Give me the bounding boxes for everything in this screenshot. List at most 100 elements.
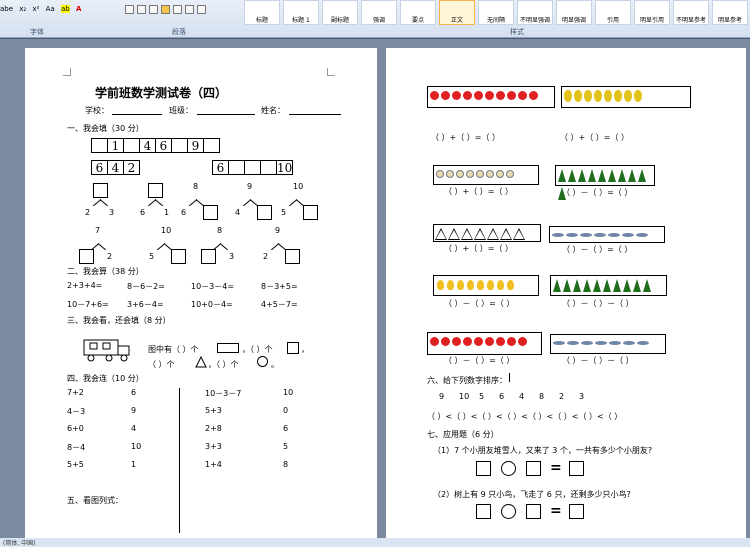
order-blanks: （ ）<（ ）<（ ）<（ ）<（ ）<（ ）<（ ）<（ ） (427, 412, 623, 421)
change-case-icon[interactable]: Aa (46, 5, 55, 13)
superscript-icon[interactable]: x² (32, 5, 39, 13)
answer-box[interactable] (569, 504, 584, 519)
styles-group-label: 样式 (510, 28, 524, 36)
fish-icon (595, 341, 607, 345)
tree-icon (558, 169, 566, 182)
sort-number: 9 (439, 392, 445, 401)
answer-box[interactable] (526, 504, 541, 519)
operator-circle[interactable] (501, 504, 516, 519)
answer-box[interactable] (569, 461, 584, 476)
circle-icon (257, 356, 268, 367)
number-cell (171, 138, 188, 153)
shading-icon[interactable] (185, 5, 194, 14)
style-8[interactable]: 明显强调 (556, 0, 592, 25)
split-line (154, 199, 163, 207)
style-7[interactable]: 不明显强调 (517, 0, 553, 25)
style-12[interactable]: 明显参考 (712, 0, 748, 25)
connect-num: 4 (131, 424, 137, 433)
style-0[interactable]: 标题 (244, 0, 280, 25)
left-box[interactable] (79, 249, 94, 264)
apple-icon (452, 91, 461, 100)
highlight-icon[interactable]: ab (60, 5, 70, 13)
tree-icon (623, 279, 631, 292)
connect-num: 6 (283, 424, 289, 433)
style-9[interactable]: 引用 (595, 0, 631, 25)
apple-icon (485, 337, 494, 346)
sort-number: 3 (579, 392, 585, 401)
right-box[interactable] (257, 205, 272, 220)
school-blank (112, 114, 162, 115)
school-label: 学校： (85, 106, 109, 115)
train-image (83, 339, 130, 362)
split-line (97, 243, 106, 251)
style-11[interactable]: 不明显参考 (673, 0, 709, 25)
style-4[interactable]: 要点 (400, 0, 436, 25)
fish-icon (552, 233, 564, 237)
font-group-label: 字体 (30, 28, 44, 36)
mango-icon (437, 280, 444, 290)
ball-icon (466, 170, 474, 178)
top-box[interactable] (148, 183, 163, 198)
pear-icon (604, 90, 612, 102)
equation-blank: （ ）+（ ）=（ ） (431, 133, 501, 142)
align-left-icon[interactable] (125, 5, 134, 14)
connect-num: 0 (283, 406, 289, 415)
apple-icon (496, 91, 505, 100)
border-icon[interactable] (197, 5, 206, 14)
ball-icon (496, 170, 504, 178)
style-6[interactable]: 无间隔 (478, 0, 514, 25)
right-box[interactable] (171, 249, 186, 264)
operator-circle[interactable] (501, 461, 516, 476)
triangle-shape-icon (500, 228, 512, 240)
answer-box[interactable] (526, 461, 541, 476)
number-cell: 10 (276, 160, 293, 175)
ball-icon (486, 170, 494, 178)
pear-icon (564, 90, 572, 102)
connect-num: 10 (131, 442, 142, 451)
align-center-icon[interactable] (137, 5, 146, 14)
left-number: 2 (263, 252, 269, 261)
tree-icon (618, 169, 626, 182)
connect-num: 5 (283, 442, 289, 451)
right-box[interactable] (203, 205, 218, 220)
answer-box[interactable] (476, 461, 491, 476)
number-row-1: 1469 (91, 138, 220, 153)
mango-icon (487, 280, 494, 290)
style-10[interactable]: 明显引用 (634, 0, 670, 25)
connect-num: 6 (131, 388, 137, 397)
style-2[interactable]: 副标题 (322, 0, 358, 25)
font-color-icon[interactable]: A (76, 5, 81, 13)
apple-icon (463, 91, 472, 100)
apple-icon (518, 337, 527, 346)
right-box[interactable] (303, 205, 318, 220)
justify-icon[interactable] (161, 5, 170, 14)
fish-icon (609, 341, 621, 345)
equation-blank: （ ）－（ ）－（ ） (562, 356, 634, 365)
triangle-icon (195, 356, 207, 368)
tree-icon (568, 169, 576, 182)
left-box[interactable] (201, 249, 216, 264)
apple-icon (452, 337, 461, 346)
connect-num: 8 (283, 460, 289, 469)
sort-number: 10 (459, 392, 470, 401)
tree-icon (573, 279, 581, 292)
line-spacing-icon[interactable] (173, 5, 182, 14)
section-3-heading: 三、我会看，还会填（8 分） (67, 316, 171, 325)
question-2: （2）树上有 9 只小鸟，飞走了 6 只，还剩多少只小鸟? (433, 490, 631, 499)
apple-icon (441, 91, 450, 100)
top-box[interactable] (93, 183, 108, 198)
strikethrough-icon[interactable]: abe (0, 5, 13, 13)
top-number: 8 (193, 182, 199, 191)
style-5[interactable]: 正文 (439, 0, 475, 25)
connect-num: 1 (131, 460, 137, 469)
align-right-icon[interactable] (149, 5, 158, 14)
style-1[interactable]: 标题 1 (283, 0, 319, 25)
subscript-icon[interactable]: x₂ (19, 5, 26, 13)
fish-icon (608, 233, 620, 237)
right-box[interactable] (285, 249, 300, 264)
style-3[interactable]: 强调 (361, 0, 397, 25)
number-row-2a: 642 (91, 160, 140, 175)
square-icon (287, 342, 299, 354)
mango-icon (447, 280, 454, 290)
answer-box[interactable] (476, 504, 491, 519)
